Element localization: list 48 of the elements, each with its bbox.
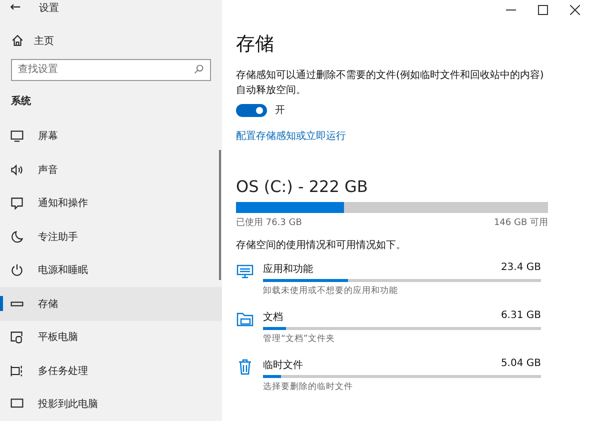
scrollbar[interactable] (219, 150, 221, 280)
category-hint: 管理“文档”文件夹 (263, 333, 336, 345)
home-link[interactable]: 主页 (34, 34, 54, 48)
nav-item[interactable]: 平板电脑 (0, 320, 222, 354)
search-field[interactable]: 查找设置 (11, 58, 211, 80)
window-title: 设置 (38, 2, 59, 15)
trash-icon (236, 358, 254, 376)
description-text: 存储感知可以通过删除不需要的文件(例如临时文件和回收站中的内容)自动释放空间。 (236, 68, 545, 98)
back-button[interactable]: ← (10, 0, 21, 16)
tablet-icon (10, 330, 24, 344)
nav-item[interactable]: 多任务处理 (0, 354, 222, 388)
category-size: 5.04 GB (500, 358, 541, 371)
nav-item[interactable]: 专注助手 (0, 220, 222, 254)
category-hint: 卸载未使用或不想要的应用和功能 (263, 285, 399, 297)
category-name[interactable]: 临时文件 (263, 358, 303, 371)
settings-link[interactable]: 配置存储感知或立即运行 (236, 129, 346, 143)
category-size: 6.31 GB (500, 310, 541, 323)
category-name[interactable]: 应用和功能 (263, 262, 313, 275)
nav-item[interactable]: 屏幕 (0, 120, 222, 153)
close-icon (570, 5, 580, 15)
nav-item[interactable]: 投影到此电脑 (0, 388, 222, 421)
used-label: 已使用 76.3 GB (236, 216, 302, 229)
power-icon (10, 263, 24, 278)
selection-indicator (0, 296, 3, 311)
drive-title: OS (C:) - 222 GB (236, 177, 369, 196)
maximize-icon (538, 5, 548, 15)
toggle-switch[interactable] (236, 104, 267, 116)
nav-item[interactable]: 通知和操作 (0, 186, 222, 220)
free-label: 146 GB 可用 (494, 217, 548, 229)
message-icon (10, 196, 24, 210)
folder-icon (236, 310, 254, 328)
home-icon (11, 34, 24, 48)
summary-text: 存储空间的使用情况和可用情况如下。 (236, 238, 407, 252)
speaker-icon (10, 162, 24, 177)
keyboard-monitor-icon (236, 262, 254, 280)
nav-item[interactable]: 声音 (0, 153, 222, 186)
monitor-icon (10, 129, 24, 144)
category-hint: 选择要删除的临时文件 (263, 381, 354, 393)
category-name[interactable]: 文档 (263, 310, 283, 323)
nav-item[interactable]: 存储 (0, 287, 222, 320)
moon-icon (10, 230, 24, 244)
search-icon (194, 64, 204, 74)
nav-item[interactable]: 电源和睡眠 (0, 254, 222, 287)
toggle-label: 开 (275, 104, 285, 117)
section-heading: 系统 (10, 94, 32, 108)
page-title: 存储 (236, 32, 275, 57)
category-size: 23.4 GB (500, 262, 541, 275)
multitask-icon (10, 364, 24, 378)
